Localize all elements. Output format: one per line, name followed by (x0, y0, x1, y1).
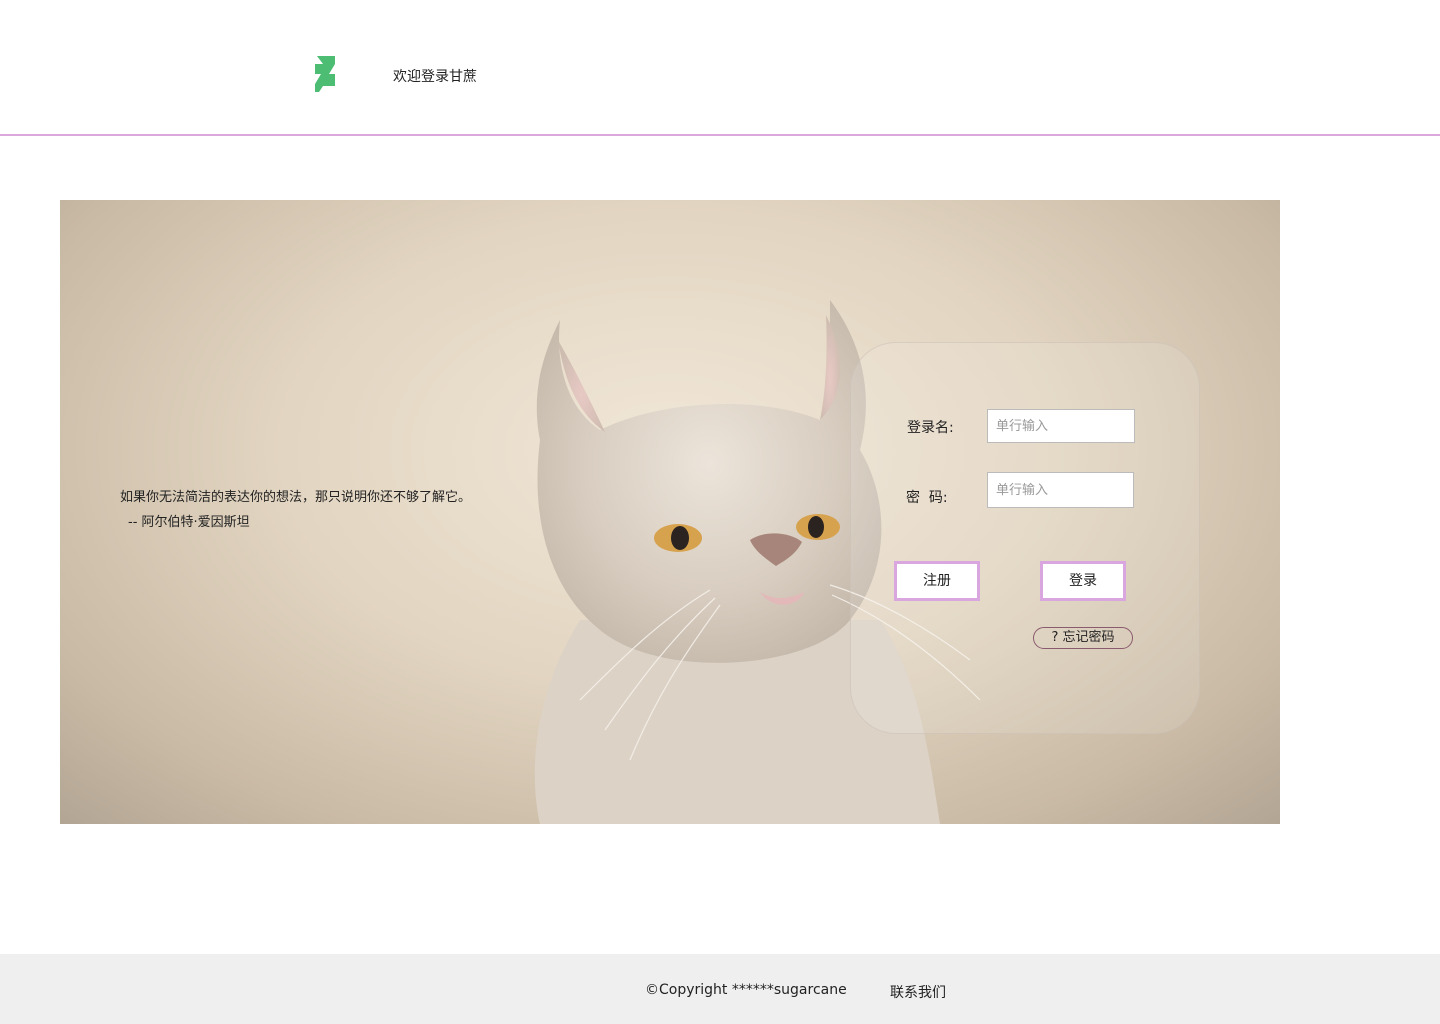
footer: ©Copyright ******sugarcane 联系我们 (0, 954, 1440, 1024)
quote-author: -- 阿尔伯特·爱因斯坦 (128, 515, 250, 530)
password-input[interactable] (987, 472, 1134, 508)
register-button[interactable]: 注册 (894, 561, 980, 601)
copyright-text: ©Copyright ******sugarcane (645, 982, 847, 998)
header: 欢迎登录甘蔗 (0, 0, 1440, 134)
hero-banner: 如果你无法简洁的表达你的想法，那只说明你还不够了解它。 -- 阿尔伯特·爱因斯坦… (60, 200, 1280, 824)
welcome-title: 欢迎登录甘蔗 (393, 69, 477, 85)
login-panel: 登录名: 密 码: 注册 登录 ? 忘记密码 (850, 342, 1200, 734)
contact-us-link[interactable]: 联系我们 (890, 982, 946, 1002)
deviantart-logo-icon[interactable] (311, 54, 339, 94)
quote-block: 如果你无法简洁的表达你的想法，那只说明你还不够了解它。 -- 阿尔伯特·爱因斯坦 (120, 485, 471, 535)
header-divider (0, 134, 1440, 136)
login-button[interactable]: 登录 (1040, 561, 1126, 601)
forgot-password-button[interactable]: ? 忘记密码 (1033, 627, 1133, 649)
quote-text: 如果你无法简洁的表达你的想法，那只说明你还不够了解它。 (120, 490, 472, 505)
username-input[interactable] (987, 409, 1135, 443)
password-label: 密 码: (906, 490, 948, 506)
username-label: 登录名: (907, 420, 954, 436)
